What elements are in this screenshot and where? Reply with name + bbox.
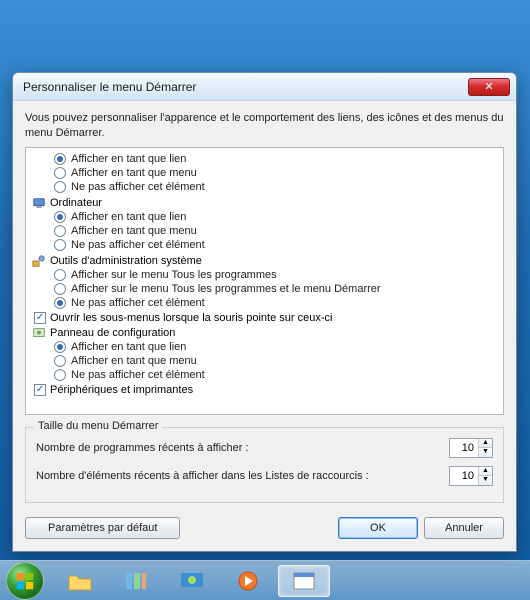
- windows-logo-icon: [14, 570, 36, 592]
- radio-icon[interactable]: [54, 297, 66, 309]
- taskbar-item-media-center[interactable]: [166, 565, 218, 597]
- tools-icon: [32, 254, 46, 268]
- option-label: Afficher en tant que menu: [71, 225, 197, 237]
- radio-icon[interactable]: [54, 153, 66, 165]
- radio-icon[interactable]: [54, 355, 66, 367]
- dialog-body: Vous pouvez personnaliser l'apparence et…: [13, 101, 516, 551]
- option-row[interactable]: Ne pas afficher cet élément: [32, 296, 501, 310]
- group-label: Outils d'administration système: [50, 255, 202, 267]
- taskbar-item-library[interactable]: [110, 565, 162, 597]
- checkbox-row-devices-printers[interactable]: Périphériques et imprimantes: [32, 384, 501, 396]
- dialog-title: Personnaliser le menu Démarrer: [23, 80, 468, 94]
- option-label: Ne pas afficher cet élément: [71, 369, 205, 381]
- start-menu-size-group: Taille du menu Démarrer Nombre de progra…: [25, 427, 504, 503]
- defaults-button[interactable]: Paramètres par défaut: [25, 517, 180, 539]
- option-label: Afficher en tant que lien: [71, 341, 186, 353]
- options-scrollbox[interactable]: Afficher en tant que lien Afficher en ta…: [25, 147, 504, 415]
- cancel-button[interactable]: Annuler: [424, 517, 504, 539]
- option-label: Afficher en tant que menu: [71, 167, 197, 179]
- checkbox-label: Périphériques et imprimantes: [50, 384, 193, 396]
- taskbar-item-active-window[interactable]: [278, 565, 330, 597]
- jumplist-label: Nombre d'éléments récents à afficher dan…: [36, 470, 449, 482]
- radio-icon[interactable]: [54, 283, 66, 295]
- option-row[interactable]: Afficher en tant que menu: [32, 166, 501, 180]
- option-row[interactable]: Afficher en tant que menu: [32, 354, 501, 368]
- taskbar[interactable]: [0, 560, 530, 600]
- radio-icon[interactable]: [54, 341, 66, 353]
- groupbox-legend: Taille du menu Démarrer: [34, 420, 162, 432]
- computer-icon: [32, 196, 46, 210]
- radio-icon[interactable]: [54, 239, 66, 251]
- taskbar-item-media-player[interactable]: [222, 565, 274, 597]
- radio-icon[interactable]: [54, 225, 66, 237]
- recent-programs-row: Nombre de programmes récents à afficher …: [36, 438, 493, 458]
- jumplist-spinner[interactable]: ▲ ▼: [449, 466, 493, 486]
- group-header-admin-tools: Outils d'administration système: [32, 254, 501, 268]
- radio-icon[interactable]: [54, 269, 66, 281]
- titlebar[interactable]: Personnaliser le menu Démarrer ✕: [13, 73, 516, 101]
- group-label: Panneau de configuration: [50, 327, 175, 339]
- spinner-up-icon[interactable]: ▲: [479, 467, 492, 477]
- option-label: Afficher en tant que lien: [71, 211, 186, 223]
- media-player-icon: [235, 570, 261, 592]
- close-icon: ✕: [484, 80, 493, 93]
- spinner-down-icon[interactable]: ▼: [479, 476, 492, 485]
- jumplist-row: Nombre d'éléments récents à afficher dan…: [36, 466, 493, 486]
- group-header-control-panel: Panneau de configuration: [32, 326, 501, 340]
- recent-programs-spinner[interactable]: ▲ ▼: [449, 438, 493, 458]
- radio-icon[interactable]: [54, 181, 66, 193]
- spinner-down-icon[interactable]: ▼: [479, 448, 492, 457]
- radio-icon[interactable]: [54, 167, 66, 179]
- option-row[interactable]: Afficher sur le menu Tous les programmes…: [32, 282, 501, 296]
- option-label: Afficher en tant que menu: [71, 355, 197, 367]
- control-panel-icon: [32, 326, 46, 340]
- radio-icon[interactable]: [54, 211, 66, 223]
- checkbox-label: Ouvrir les sous-menus lorsque la souris …: [50, 312, 332, 324]
- recent-programs-input[interactable]: [450, 439, 478, 457]
- checkbox-row-submenus[interactable]: Ouvrir les sous-menus lorsque la souris …: [32, 312, 501, 324]
- button-bar: Paramètres par défaut OK Annuler: [25, 517, 504, 539]
- option-label: Ne pas afficher cet élément: [71, 239, 205, 251]
- library-icon: [123, 570, 149, 592]
- option-label: Afficher en tant que lien: [71, 153, 186, 165]
- radio-icon[interactable]: [54, 369, 66, 381]
- close-button[interactable]: ✕: [468, 78, 510, 96]
- start-button[interactable]: [6, 562, 44, 600]
- option-row[interactable]: Afficher en tant que lien: [32, 152, 501, 166]
- option-label: Ne pas afficher cet élément: [71, 181, 205, 193]
- intro-text: Vous pouvez personnaliser l'apparence et…: [25, 111, 504, 141]
- group-label: Ordinateur: [50, 197, 102, 209]
- option-label: Afficher sur le menu Tous les programmes: [71, 269, 277, 281]
- option-label: Afficher sur le menu Tous les programmes…: [71, 283, 381, 295]
- customize-start-menu-dialog: Personnaliser le menu Démarrer ✕ Vous po…: [12, 72, 517, 552]
- checkbox-icon[interactable]: [34, 312, 46, 324]
- checkbox-icon[interactable]: [34, 384, 46, 396]
- option-row[interactable]: Afficher sur le menu Tous les programmes: [32, 268, 501, 282]
- ok-button[interactable]: OK: [338, 517, 418, 539]
- option-row[interactable]: Ne pas afficher cet élément: [32, 238, 501, 252]
- jumplist-input[interactable]: [450, 467, 478, 485]
- recent-programs-label: Nombre de programmes récents à afficher …: [36, 442, 449, 454]
- option-row[interactable]: Ne pas afficher cet élément: [32, 180, 501, 194]
- group-header-computer: Ordinateur: [32, 196, 501, 210]
- option-label: Ne pas afficher cet élément: [71, 297, 205, 309]
- option-row[interactable]: Afficher en tant que lien: [32, 340, 501, 354]
- dialog-window-icon: [291, 570, 317, 592]
- folder-icon: [67, 570, 93, 592]
- option-row[interactable]: Afficher en tant que menu: [32, 224, 501, 238]
- spinner-up-icon[interactable]: ▲: [479, 439, 492, 449]
- option-row[interactable]: Afficher en tant que lien: [32, 210, 501, 224]
- option-row[interactable]: Ne pas afficher cet élément: [32, 368, 501, 382]
- media-center-icon: [179, 570, 205, 592]
- taskbar-item-explorer[interactable]: [54, 565, 106, 597]
